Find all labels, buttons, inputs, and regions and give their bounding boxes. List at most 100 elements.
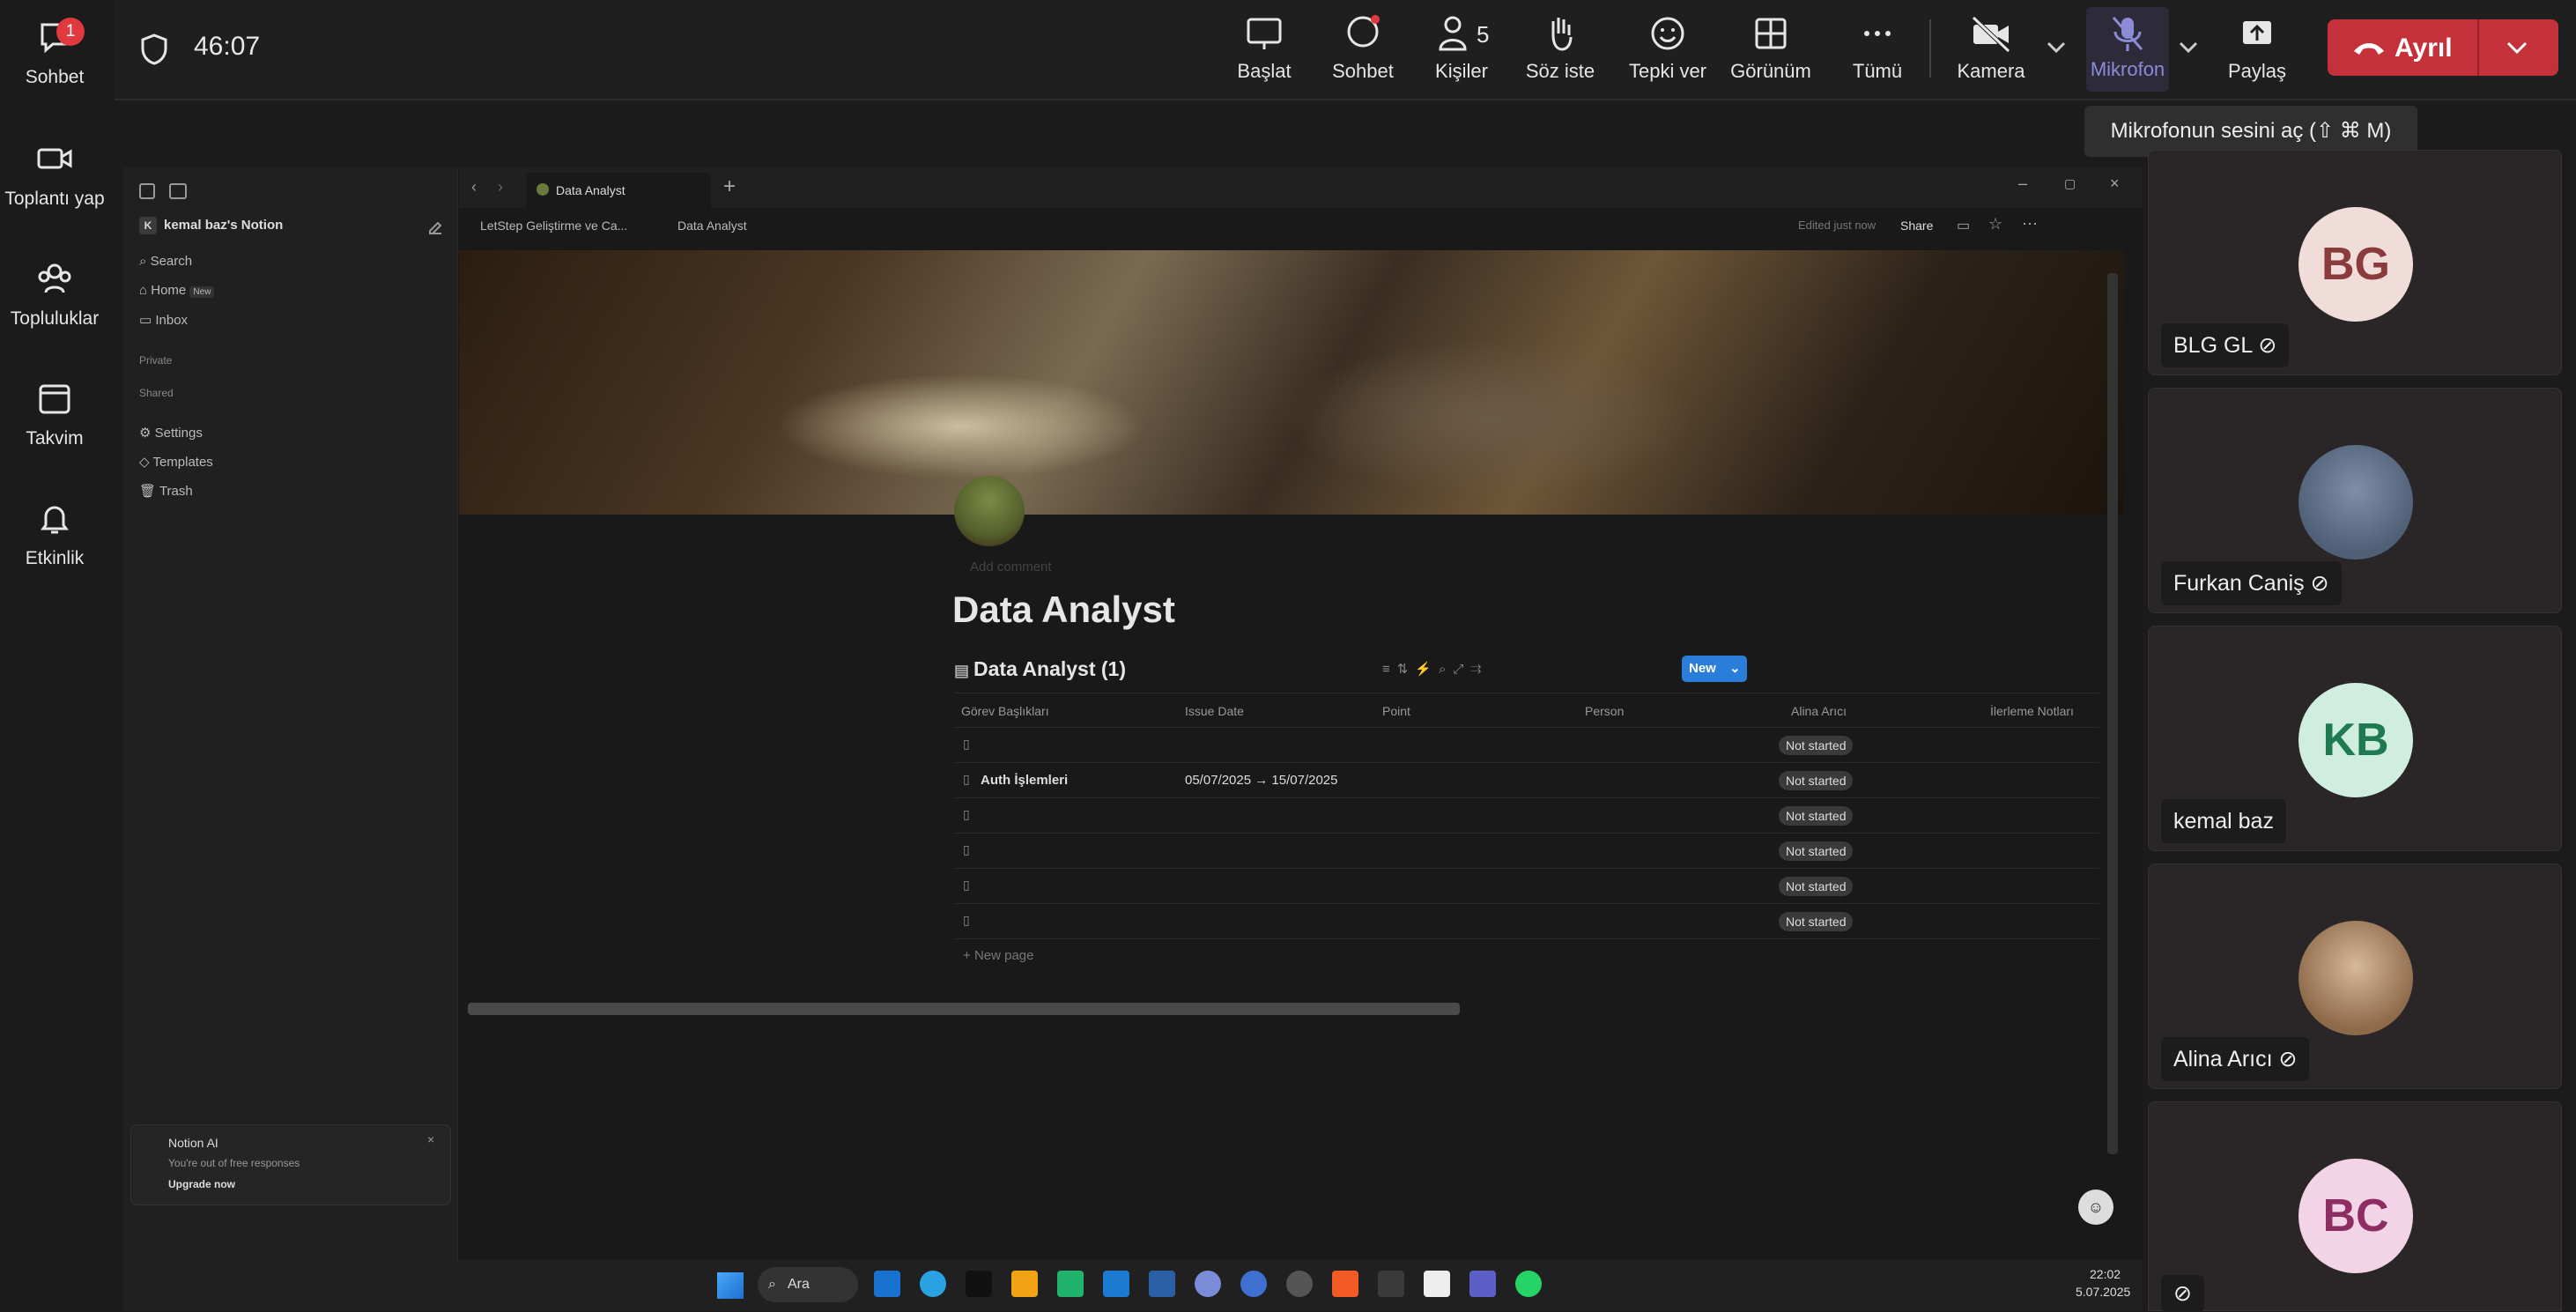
participant-tile[interactable]: BG BLG GL ⊘: [2148, 150, 2562, 375]
sidebar-toggle-icon[interactable]: [169, 183, 187, 199]
row-title[interactable]: Auth İşlemleri: [981, 773, 1068, 788]
camera-options-chevron-icon[interactable]: [2046, 41, 2067, 55]
page-title[interactable]: Data Analyst: [952, 589, 1175, 631]
chat-button[interactable]: Sohbet: [1323, 12, 1403, 83]
participant-tile[interactable]: Alina Arıcı ⊘: [2148, 864, 2562, 1089]
microphone-button[interactable]: Mikrofon: [2086, 7, 2169, 92]
database-title[interactable]: ▤ Data Analyst (1): [954, 657, 1126, 681]
minimize-icon[interactable]: –: [2018, 174, 2027, 193]
new-record-button[interactable]: New ⌄: [1682, 656, 1747, 682]
horizontal-scrollbar[interactable]: [468, 1001, 2124, 1017]
new-tab-icon[interactable]: +: [723, 174, 736, 199]
participant-tile[interactable]: Furkan Caniş ⊘: [2148, 388, 2562, 613]
people-button[interactable]: 5 Kişiler: [1422, 12, 1501, 83]
rail-meet[interactable]: Toplantı yap: [0, 137, 109, 210]
vertical-scrollbar[interactable]: [2107, 273, 2118, 1154]
table-row[interactable]: ▯ Not started: [954, 798, 2099, 834]
col-person[interactable]: Person: [1585, 704, 1624, 718]
breadcrumb-parent[interactable]: LetStep Geliştirme ve Ca...: [480, 219, 627, 233]
console-icon[interactable]: [1378, 1271, 1404, 1297]
col-notes[interactable]: İlerleme Notları: [1990, 704, 2074, 718]
rail-chat[interactable]: 1 Sohbet: [0, 16, 109, 88]
notion-ai-button[interactable]: ☺: [2078, 1190, 2113, 1225]
col-title[interactable]: Görev Başlıkları: [961, 704, 1049, 718]
raise-hand-button[interactable]: Söz iste: [1521, 12, 1600, 83]
col-status[interactable]: Alina Arıcı: [1791, 704, 1847, 718]
app-icon[interactable]: [1240, 1271, 1267, 1297]
notion-share-button[interactable]: Share: [1900, 219, 1933, 233]
back-icon[interactable]: ‹: [471, 178, 477, 196]
r-icon[interactable]: [1195, 1271, 1221, 1297]
scrollbar-thumb[interactable]: [468, 1003, 1460, 1015]
star-icon[interactable]: ☆: [1988, 215, 2002, 233]
close-icon[interactable]: ×: [427, 1132, 434, 1146]
sidebar-item-settings[interactable]: ⚙ Settings: [139, 425, 203, 441]
status-badge[interactable]: Not started: [1779, 912, 1854, 931]
upgrade-link[interactable]: Upgrade now: [168, 1178, 235, 1190]
table-row[interactable]: ▯ Auth İşlemleri 05/07/2025 → 15/07/2025 No…: [954, 763, 2099, 798]
page-icon-helmet[interactable]: [954, 476, 1025, 546]
share-button[interactable]: Paylaş: [2213, 12, 2301, 83]
workspace-switcher[interactable]: Kkemal baz's Notion: [139, 217, 283, 234]
rail-communities[interactable]: Topluluklar: [0, 257, 109, 330]
comment-icon[interactable]: ▭: [1957, 217, 1970, 234]
table-row[interactable]: ▯ Not started: [954, 904, 2099, 939]
status-badge[interactable]: Not started: [1779, 877, 1854, 896]
sidebar-item-trash[interactable]: 🗑 Trash: [139, 483, 193, 499]
rail-calendar[interactable]: Takvim: [0, 377, 109, 449]
status-badge[interactable]: Not started: [1779, 771, 1854, 790]
taskbar-search[interactable]: ⌕ Ara: [758, 1267, 858, 1302]
teams-icon[interactable]: [1469, 1271, 1496, 1297]
notion-icon[interactable]: [1424, 1271, 1450, 1297]
sidebar-item-templates[interactable]: ◇ Templates: [139, 454, 213, 470]
new-page-icon[interactable]: [426, 219, 444, 236]
vscode-icon[interactable]: [1103, 1271, 1129, 1297]
maximize-icon[interactable]: ▢: [2064, 176, 2076, 191]
tab-title: Data Analyst: [556, 183, 625, 197]
add-comment-link[interactable]: Add comment: [970, 560, 1052, 574]
camera-button[interactable]: Kamera: [1947, 12, 2035, 83]
sidebar-item-inbox[interactable]: ▭ Inbox: [139, 312, 188, 328]
outlook-icon[interactable]: [874, 1271, 900, 1297]
close-window-icon[interactable]: ×: [2110, 174, 2120, 193]
sidebar-item-search[interactable]: ⌕ Search: [139, 254, 192, 269]
table-row[interactable]: ▯ Not started: [954, 869, 2099, 904]
participant-tile[interactable]: KB kemal baz: [2148, 626, 2562, 851]
pycharm-icon[interactable]: [1057, 1271, 1084, 1297]
taskbar-apps[interactable]: [874, 1271, 1755, 1301]
new-page-row[interactable]: + New page: [963, 948, 1033, 963]
view-button[interactable]: Görünüm: [1718, 12, 1824, 83]
row-date[interactable]: 05/07/2025 → 15/07/2025: [1185, 773, 1337, 788]
database-toolbar-icons[interactable]: ≡⇅⚡⌕⤢⇉: [1382, 661, 1488, 677]
edited-status: Edited just now: [1798, 219, 1876, 232]
files-icon[interactable]: [1011, 1271, 1038, 1297]
breadcrumb-current[interactable]: Data Analyst: [677, 219, 747, 233]
col-point[interactable]: Point: [1382, 704, 1410, 718]
terminal-app-icon[interactable]: [966, 1271, 992, 1297]
windows-start-icon[interactable]: [717, 1272, 744, 1299]
chrome-icon[interactable]: [1286, 1271, 1313, 1297]
share-screen-start-button[interactable]: Başlat: [1225, 12, 1304, 83]
leave-options-chevron-icon[interactable]: [2506, 41, 2528, 55]
status-badge[interactable]: Not started: [1779, 806, 1854, 826]
react-button[interactable]: Tepki ver: [1619, 12, 1716, 83]
participant-tile[interactable]: BC ⊘: [2148, 1101, 2562, 1312]
telegram-icon[interactable]: [920, 1271, 946, 1297]
rail-activity[interactable]: Etkinlik: [0, 497, 109, 569]
brave-icon[interactable]: [1332, 1271, 1358, 1297]
app-icon[interactable]: [1149, 1271, 1175, 1297]
participant-name: kemal baz: [2161, 799, 2286, 843]
whatsapp-icon[interactable]: [1515, 1271, 1542, 1297]
status-badge[interactable]: Not started: [1779, 736, 1854, 755]
leave-button[interactable]: Ayrıl: [2328, 19, 2558, 76]
more-options-icon[interactable]: ⋯: [2022, 215, 2038, 233]
table-row[interactable]: ▯ Not started: [954, 834, 2099, 869]
status-badge[interactable]: Not started: [1779, 841, 1854, 861]
table-row[interactable]: ▯ Not started: [954, 728, 2099, 763]
sidebar-item-home[interactable]: ⌂ Home New: [139, 283, 215, 298]
col-issue-date[interactable]: Issue Date: [1185, 704, 1244, 718]
mic-options-chevron-icon[interactable]: [2178, 41, 2199, 55]
forward-icon[interactable]: ›: [498, 178, 503, 196]
tab-data-analyst[interactable]: Data Analyst: [526, 173, 711, 208]
more-button[interactable]: Tümü: [1838, 12, 1917, 83]
